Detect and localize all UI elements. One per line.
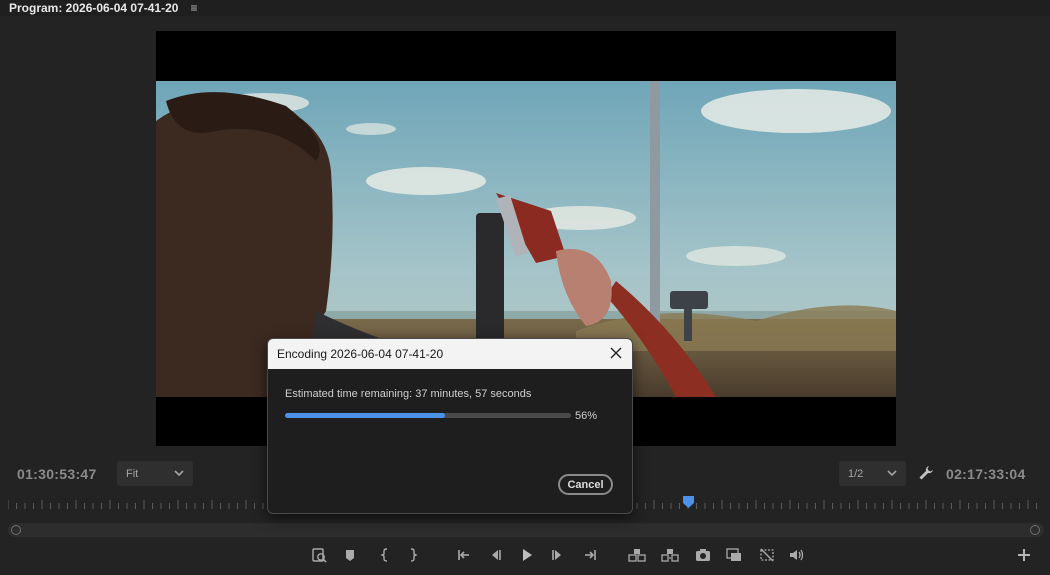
playhead[interactable]	[683, 496, 694, 508]
step-back-icon[interactable]	[485, 545, 505, 565]
time-remaining-text: Estimated time remaining: 37 minutes, 57…	[285, 388, 532, 400]
add-marker-icon[interactable]	[340, 545, 360, 565]
volume-icon[interactable]	[787, 545, 807, 565]
mark-out-icon[interactable]	[403, 545, 423, 565]
export-frame-icon[interactable]	[309, 545, 329, 565]
chevron-down-icon	[887, 470, 897, 477]
close-icon[interactable]	[608, 345, 624, 361]
lift-icon[interactable]	[627, 545, 647, 565]
panel-header: Program: 2026-06-04 07-41-20 ≡	[0, 0, 1050, 16]
encoding-progress-bar	[285, 413, 571, 418]
step-forward-icon[interactable]	[548, 545, 568, 565]
chevron-down-icon	[174, 470, 184, 477]
extract-icon[interactable]	[660, 545, 680, 565]
current-timecode[interactable]: 01:30:53:47	[17, 466, 97, 482]
mark-in-icon[interactable]	[375, 545, 395, 565]
zoom-dropdown[interactable]: Fit	[117, 461, 193, 486]
comparison-view-icon[interactable]	[724, 545, 744, 565]
panel-title: Program: 2026-06-04 07-41-20	[9, 1, 179, 15]
play-icon[interactable]	[517, 545, 537, 565]
resolution-dropdown[interactable]: 1/2	[839, 461, 906, 486]
wrench-icon[interactable]	[918, 465, 934, 481]
panel-menu-icon[interactable]: ≡	[190, 1, 197, 15]
cancel-button[interactable]: Cancel	[558, 474, 613, 495]
scrollbar-left-handle[interactable]	[11, 525, 21, 535]
add-button-icon[interactable]	[1014, 545, 1034, 565]
progress-percent-label: 56%	[575, 410, 598, 422]
duration-timecode: 02:17:33:04	[946, 466, 1026, 482]
go-to-out-icon[interactable]	[580, 545, 600, 565]
encoding-dialog: Encoding 2026-06-04 07-41-20 Estimated t…	[267, 338, 633, 514]
progress-bar-fill	[285, 413, 446, 418]
zoom-dropdown-value: Fit	[126, 467, 139, 480]
go-to-in-icon[interactable]	[454, 545, 474, 565]
dialog-title: Encoding 2026-06-04 07-41-20	[277, 347, 444, 361]
dialog-titlebar: Encoding 2026-06-04 07-41-20	[268, 339, 632, 369]
safe-margins-icon[interactable]	[757, 545, 777, 565]
zoom-scrollbar[interactable]	[8, 523, 1044, 537]
scrollbar-right-handle[interactable]	[1030, 525, 1040, 535]
resolution-dropdown-value: 1/2	[848, 467, 864, 480]
camera-icon[interactable]	[693, 545, 713, 565]
